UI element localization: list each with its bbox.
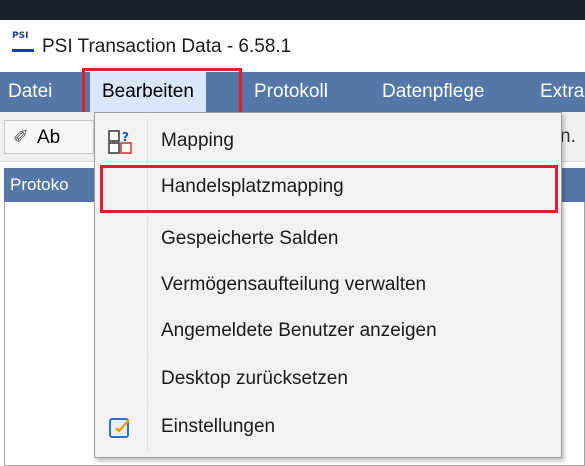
menu-item-mapping[interactable]: ? Mapping xyxy=(95,119,561,165)
menu-protokoll[interactable]: Protokoll xyxy=(254,72,328,112)
toolbar-right-text: n. xyxy=(560,126,576,147)
menu-datenpflege[interactable]: Datenpflege xyxy=(382,72,484,112)
menu-item-einstellungen[interactable]: Einstellungen xyxy=(95,405,561,451)
menu-item-label: Vermögensaufteilung verwalten xyxy=(161,274,427,295)
panel-title: Protoko xyxy=(10,175,69,194)
menu-item-angemeldete-benutzer[interactable]: Angemeldete Benutzer anzeigen xyxy=(95,309,561,355)
menu-item-desktop-zuruecksetzen[interactable]: Desktop zurücksetzen xyxy=(95,357,561,403)
menu-bar: Datei Bearbeiten Protokoll Datenpflege E… xyxy=(0,72,585,112)
window-top-strip xyxy=(0,0,585,20)
menu-item-handelsplatzmapping[interactable]: Handelsplatzmapping xyxy=(95,165,561,211)
window-title: PSI Transaction Data - 6.58.1 xyxy=(42,36,292,57)
menu-item-label: Desktop zurücksetzen xyxy=(161,368,348,389)
mapping-icon: ? xyxy=(108,130,132,154)
settings-icon xyxy=(109,418,130,438)
toolbar-button-label: Ab xyxy=(37,127,61,148)
menu-extra[interactable]: Extra xyxy=(540,72,584,112)
menu-item-vermoegensaufteilung[interactable]: Vermögensaufteilung verwalten xyxy=(95,263,561,309)
pen-icon: ✐ xyxy=(13,127,29,148)
svg-text:?: ? xyxy=(122,130,129,144)
menu-item-gespeicherte-salden[interactable]: Gespeicherte Salden xyxy=(95,217,561,263)
menu-datei[interactable]: Datei xyxy=(8,72,52,112)
psi-logo-icon: PSI xyxy=(12,30,34,52)
menu-item-label: Angemeldete Benutzer anzeigen xyxy=(161,320,437,341)
title-bar: PSI PSI Transaction Data - 6.58.1 xyxy=(0,20,585,72)
menu-item-label: Einstellungen xyxy=(161,416,276,437)
bearbeiten-dropdown-menu: ? Mapping Handelsplatzmapping Gespeicher… xyxy=(94,112,562,458)
menu-item-label: Gespeicherte Salden xyxy=(161,228,339,249)
menu-item-label: Mapping xyxy=(161,130,234,151)
toolbar-button[interactable]: ✐ Ab xyxy=(4,120,94,154)
menu-bearbeiten[interactable]: Bearbeiten xyxy=(90,72,206,112)
menu-item-label: Handelsplatzmapping xyxy=(161,176,344,197)
